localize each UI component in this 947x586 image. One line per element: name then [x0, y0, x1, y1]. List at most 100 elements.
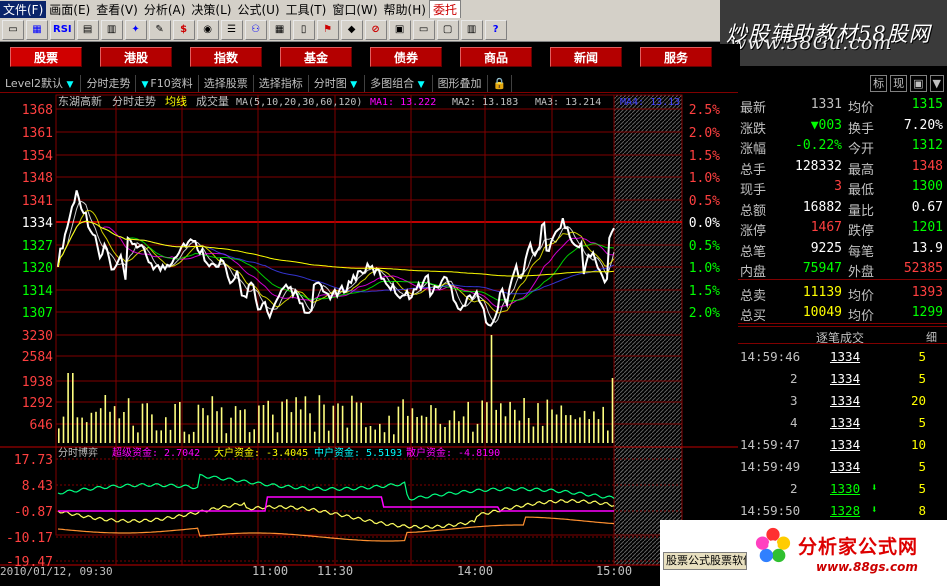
volume-bar — [174, 404, 176, 443]
nav-bonds[interactable]: 债券 — [370, 47, 442, 67]
tab-multi-chart[interactable]: 多图组合 ▼ — [365, 74, 433, 92]
volume-bar — [541, 425, 544, 443]
pct-axis: 2.5% 2.0% 1.5% 1.0% 0.5% 0.0% 0.5% 1.0% 1.5% 2.0% — [689, 103, 720, 321]
volume-bar — [62, 416, 65, 443]
lock-icon[interactable]: 🔒 — [488, 74, 513, 92]
menu-help[interactable]: 帮助(H) — [381, 1, 429, 18]
quote-value: 1315 — [911, 97, 943, 112]
ma3-value: MA3: 13.214 — [535, 97, 601, 108]
binoculars-icon[interactable]: ⚇ — [244, 19, 267, 40]
chip-icon[interactable]: ▣ — [388, 19, 411, 40]
quote-label: 总额 — [740, 203, 767, 219]
nav-news[interactable]: 新闻 — [550, 47, 622, 67]
bar-icon[interactable]: ▥ — [100, 19, 123, 40]
note-icon[interactable]: ▭ — [412, 19, 435, 40]
rsi-button[interactable]: RSI — [50, 19, 75, 40]
volume-bar — [132, 425, 134, 443]
volume-bar — [434, 408, 437, 443]
volume-bar — [337, 403, 339, 443]
nav-funds[interactable]: 基金 — [280, 47, 352, 67]
radar-icon[interactable]: ◉ — [196, 19, 219, 40]
list-icon[interactable]: ☰ — [220, 19, 243, 40]
ad-banner[interactable]: 股票公式股票软件 分析家公式网 www.88gs.com — [660, 520, 947, 586]
diamond-icon[interactable]: ◆ — [340, 19, 363, 40]
quote-label: 最高 — [848, 162, 875, 178]
help-icon[interactable]: ? — [484, 19, 507, 40]
volume-bar — [225, 433, 228, 443]
window-icon[interactable]: ▢ — [436, 19, 459, 40]
quote-value: 10049 — [802, 305, 842, 320]
tab-overlay[interactable]: 图形叠加 — [433, 74, 488, 92]
menu-view[interactable]: 查看(V) — [93, 1, 141, 18]
pct-tick-label: 1.0% — [689, 171, 720, 186]
tab-f10[interactable]: ▼ F10资料 — [136, 74, 199, 92]
tab-quote[interactable]: 标 — [870, 75, 888, 92]
doc-icon[interactable]: ▯ — [292, 19, 315, 40]
no-icon[interactable]: ⊘ — [364, 19, 387, 40]
volume-bar — [574, 419, 577, 443]
tick-volume: 10 — [910, 437, 926, 452]
volume-bar — [518, 420, 521, 443]
fund-title: 分时博弈 — [58, 446, 98, 459]
volume-bar — [420, 415, 423, 443]
volume-bar — [118, 418, 121, 443]
fund-tick-label: 8.43 — [22, 479, 53, 494]
volume-bar — [327, 430, 330, 443]
menu-formula[interactable]: 公式(U) — [234, 1, 282, 18]
flag-icon[interactable]: ⚑ — [316, 19, 339, 40]
menu-screen[interactable]: 画面(E) — [46, 1, 93, 18]
nav-index[interactable]: 指数 — [190, 47, 262, 67]
tab-select-stock[interactable]: 选择股票 — [199, 74, 254, 92]
quote-row: 总手 128332 最高 1348 — [740, 158, 945, 179]
menu-tools[interactable]: 工具(T) — [283, 1, 330, 18]
chart-icon[interactable]: ▤ — [76, 19, 99, 40]
menu-order-button[interactable]: 委托 — [428, 0, 461, 19]
ticks-detail-button[interactable]: 细 — [926, 329, 937, 345]
panel-icon[interactable]: ▥ — [460, 19, 483, 40]
nav-commodities[interactable]: 商品 — [460, 47, 532, 67]
quote-value: 16882 — [802, 199, 842, 215]
menu-decision[interactable]: 决策(L) — [188, 1, 234, 18]
table-icon[interactable]: ▦ — [268, 19, 291, 40]
star-icon[interactable]: ✦ — [124, 19, 147, 40]
volume-bar — [402, 399, 404, 443]
volume-bar — [290, 412, 293, 443]
quote-row: 内盘 75947 外盘 52385 — [740, 260, 945, 281]
tab-now[interactable]: 现 — [890, 75, 908, 92]
volume-bar — [258, 405, 260, 443]
window-icon[interactable]: ▣ — [910, 75, 927, 92]
dollar-icon[interactable]: $ — [172, 19, 195, 40]
tick-price: 1330 — [830, 481, 861, 496]
time-axis: 11:00 11:30 14:00 15:00 — [252, 564, 632, 578]
tick-row: 4 1334 5 — [738, 412, 947, 434]
tab-select-indicator[interactable]: 选择指标 — [254, 74, 309, 92]
volume-bar — [188, 434, 190, 443]
quote-label: 每笔 — [848, 244, 875, 260]
tick-volume: 5 — [918, 481, 926, 496]
menu-window[interactable]: 窗口(W) — [329, 1, 380, 18]
volume-bar — [383, 432, 386, 443]
tick-price: 1334 — [830, 437, 861, 452]
arrow-down-icon[interactable]: ▼ — [929, 75, 944, 92]
quote-value: -0.22% — [795, 138, 842, 153]
vol-label: 成交量 — [196, 94, 229, 108]
tick-volume: 5 — [918, 371, 926, 386]
pct-tick-label: 1.5% — [689, 284, 720, 299]
folder-icon[interactable]: ▭ — [2, 19, 24, 40]
ma-params: MA(5,10,20,30,60,120) — [236, 97, 362, 108]
volume-bar — [611, 378, 614, 443]
quote-value: 52385 — [903, 261, 943, 276]
edit-icon[interactable]: ✎ — [148, 19, 171, 40]
volume-bar — [476, 423, 479, 443]
nav-hk[interactable]: 港股 — [100, 47, 172, 67]
price-tick-label: 1341 — [22, 194, 53, 209]
tab-intraday-chart[interactable]: 分时图 ▼ — [309, 74, 366, 92]
tab-level2[interactable]: Level2默认 ▼ — [0, 74, 82, 92]
tab-intraday[interactable]: 分时走势 — [81, 74, 137, 92]
menu-file[interactable]: 文件(F) — [0, 0, 47, 18]
volume-bar — [411, 408, 414, 443]
grid-icon[interactable]: ▦ — [26, 19, 48, 40]
nav-services[interactable]: 服务 — [640, 47, 712, 67]
nav-stocks[interactable]: 股票 — [10, 47, 82, 67]
menu-analysis[interactable]: 分析(A) — [141, 1, 189, 18]
